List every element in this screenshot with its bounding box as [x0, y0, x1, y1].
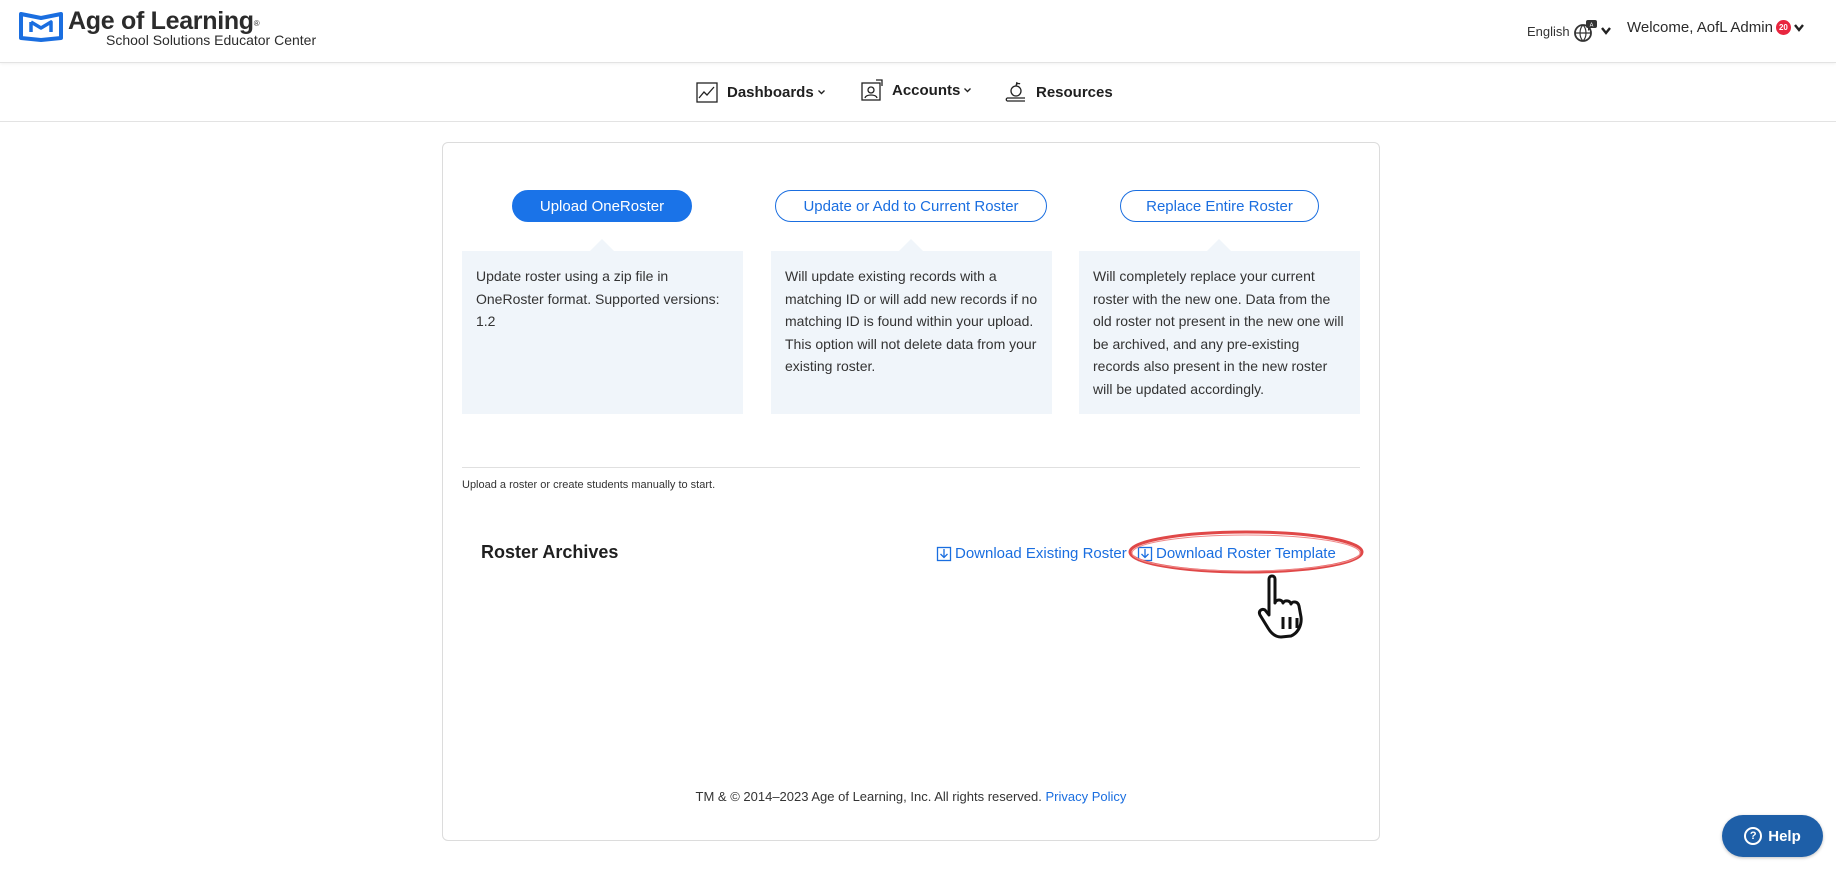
- nav-dashboards[interactable]: Dashboards: [695, 80, 826, 104]
- question-mark-icon: ?: [1744, 827, 1763, 845]
- main-nav: Dashboards Accounts Resources: [0, 64, 1836, 122]
- description-pointer: [1207, 239, 1231, 251]
- privacy-policy-link[interactable]: Privacy Policy: [1046, 789, 1127, 804]
- upload-oneroster-description: Update roster using a zip file in OneRos…: [462, 251, 743, 414]
- description-pointer: [899, 239, 923, 251]
- brand-subtitle: School Solutions Educator Center: [106, 32, 317, 48]
- help-label: Help: [1768, 827, 1801, 845]
- language-label: English: [1527, 23, 1570, 39]
- brand-title: Age of Learning®: [68, 7, 260, 35]
- svg-text:A: A: [1589, 22, 1593, 28]
- replace-roster-button[interactable]: Replace Entire Roster: [1120, 190, 1319, 222]
- top-bar: Age of Learning® School Solutions Educat…: [0, 0, 1836, 63]
- empty-roster-hint: Upload a roster or create students manua…: [462, 479, 716, 491]
- copyright-text: TM & © 2014–2023 Age of Learning, Inc. A…: [695, 789, 1042, 804]
- line-chart-icon: [696, 82, 718, 103]
- user-menu[interactable]: Welcome, AofL Admin 20: [1627, 19, 1805, 36]
- nav-resources[interactable]: Resources: [1004, 80, 1113, 104]
- section-divider: [462, 467, 1360, 468]
- nav-accounts[interactable]: Accounts: [860, 78, 972, 102]
- notification-badge: 20: [1775, 20, 1791, 35]
- brand-text: Age of Learning® School Solutions Educat…: [68, 8, 316, 48]
- nav-accounts-label: Accounts: [892, 81, 961, 99]
- update-roster-button[interactable]: Update or Add to Current Roster: [775, 190, 1047, 222]
- roster-archives-title: Roster Archives: [481, 542, 619, 562]
- chevron-down-icon: [964, 88, 972, 93]
- help-button[interactable]: ? Help: [1722, 815, 1823, 857]
- brand-logo[interactable]: Age of Learning® School Solutions Educat…: [18, 8, 316, 48]
- upload-oneroster-button[interactable]: Upload OneRoster: [512, 190, 692, 222]
- welcome-text: Welcome, AofL Admin: [1627, 19, 1773, 36]
- books-apple-icon: [1005, 81, 1025, 102]
- highlight-ring: [1128, 530, 1364, 574]
- hand-pointer-cursor-icon: [1258, 574, 1303, 639]
- download-icon: [936, 546, 952, 561]
- download-existing-roster-label: Download Existing Roster: [955, 545, 1127, 562]
- description-pointer: [590, 239, 614, 251]
- language-selector[interactable]: English A: [1527, 19, 1612, 43]
- footer: TM & © 2014–2023 Age of Learning, Inc. A…: [442, 789, 1380, 804]
- chevron-down-icon: [817, 90, 825, 95]
- chevron-down-icon: [1600, 27, 1611, 35]
- update-roster-description: Will update existing records with a matc…: [771, 251, 1052, 414]
- age-of-learning-logo-icon: [19, 12, 63, 42]
- nav-resources-label: Resources: [1036, 83, 1113, 101]
- globe-language-icon: A: [1573, 20, 1597, 42]
- nav-dashboards-label: Dashboards: [727, 83, 814, 101]
- chevron-down-icon: [1793, 23, 1804, 32]
- replace-roster-description: Will completely replace your current ros…: [1079, 251, 1360, 414]
- accounts-profile-icon: [861, 79, 883, 101]
- download-existing-roster-link[interactable]: Download Existing Roster: [936, 545, 1127, 562]
